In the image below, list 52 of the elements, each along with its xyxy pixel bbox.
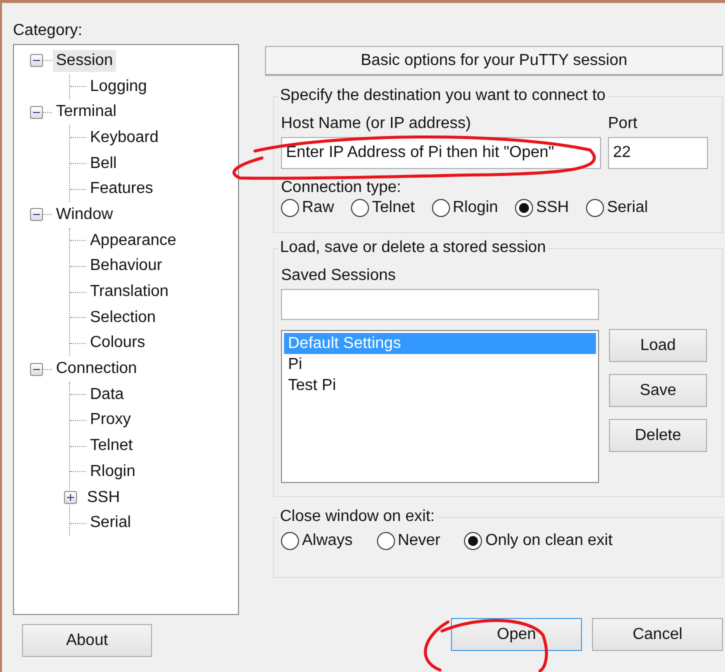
tree-item[interactable]: Translation	[87, 281, 172, 304]
collapse-icon[interactable]	[30, 106, 43, 119]
tree-item[interactable]: Rlogin	[87, 460, 138, 483]
tree-item[interactable]: Bell	[87, 152, 120, 175]
tree-item[interactable]: SSH	[84, 486, 123, 509]
collapse-icon[interactable]	[30, 54, 43, 68]
radio-button[interactable]: Only on clean exit	[464, 532, 613, 550]
tree-item[interactable]: Data	[87, 384, 127, 406]
host-field[interactable]: Enter IP Address of Pi then hit "Open"	[281, 137, 601, 169]
tree-item[interactable]: Window	[53, 204, 116, 226]
list-item[interactable]: Pi	[284, 354, 596, 375]
panel-header: Basic options for your PuTTY session	[265, 46, 723, 76]
session-name-field[interactable]	[281, 289, 599, 320]
tree-item[interactable]: Appearance	[87, 230, 180, 252]
radio-button[interactable]: Telnet	[351, 199, 415, 217]
connection-type-label: Connection type:	[281, 179, 402, 198]
session-button[interactable]: Delete	[609, 419, 707, 452]
radio-button[interactable]: SSH	[515, 199, 569, 217]
radio-button[interactable]: Never	[376, 532, 440, 550]
collapse-icon[interactable]	[30, 208, 43, 222]
collapse-icon[interactable]	[30, 362, 43, 376]
radio-button[interactable]: Serial	[586, 199, 648, 217]
cancel-button[interactable]: Cancel	[592, 618, 723, 651]
tree-item[interactable]: Terminal	[53, 101, 120, 124]
list-item[interactable]: Test Pi	[284, 375, 596, 396]
tree-item[interactable]: Selection	[87, 306, 159, 329]
tree-item[interactable]: Proxy	[87, 409, 134, 432]
saved-sessions-label: Saved Sessions	[281, 267, 397, 286]
tree-item[interactable]: Behaviour	[87, 255, 166, 278]
radio-button[interactable]: Rlogin	[432, 199, 498, 217]
category-label: Category:	[13, 22, 84, 41]
tree-item[interactable]: Serial	[87, 512, 134, 534]
port-field[interactable]: 22	[608, 137, 708, 169]
session-button[interactable]: Load	[609, 329, 707, 362]
group-legend: Specify the destination you want to connect to	[278, 87, 608, 105]
tree-item[interactable]: Telnet	[87, 435, 136, 458]
tree-item[interactable]: Session	[53, 50, 116, 72]
session-button[interactable]: Save	[609, 374, 707, 407]
about-button[interactable]: About	[22, 624, 152, 657]
open-button[interactable]: Open	[451, 618, 582, 651]
radio-button[interactable]: Raw	[281, 199, 334, 217]
group-legend: Close window on exit:	[278, 508, 437, 526]
tree-item[interactable]: Keyboard	[87, 126, 162, 149]
tree-item[interactable]: Logging	[87, 76, 150, 98]
tree-item[interactable]: Connection	[53, 358, 140, 380]
tree-item[interactable]: Features	[87, 178, 156, 200]
tree-item[interactable]: Colours	[87, 332, 148, 354]
group-legend: Load, save or delete a stored session	[278, 239, 548, 257]
radio-button[interactable]: Always	[281, 532, 353, 550]
host-label: Host Name (or IP address)	[281, 115, 472, 134]
expand-icon[interactable]	[64, 491, 77, 504]
port-label: Port	[608, 115, 638, 134]
